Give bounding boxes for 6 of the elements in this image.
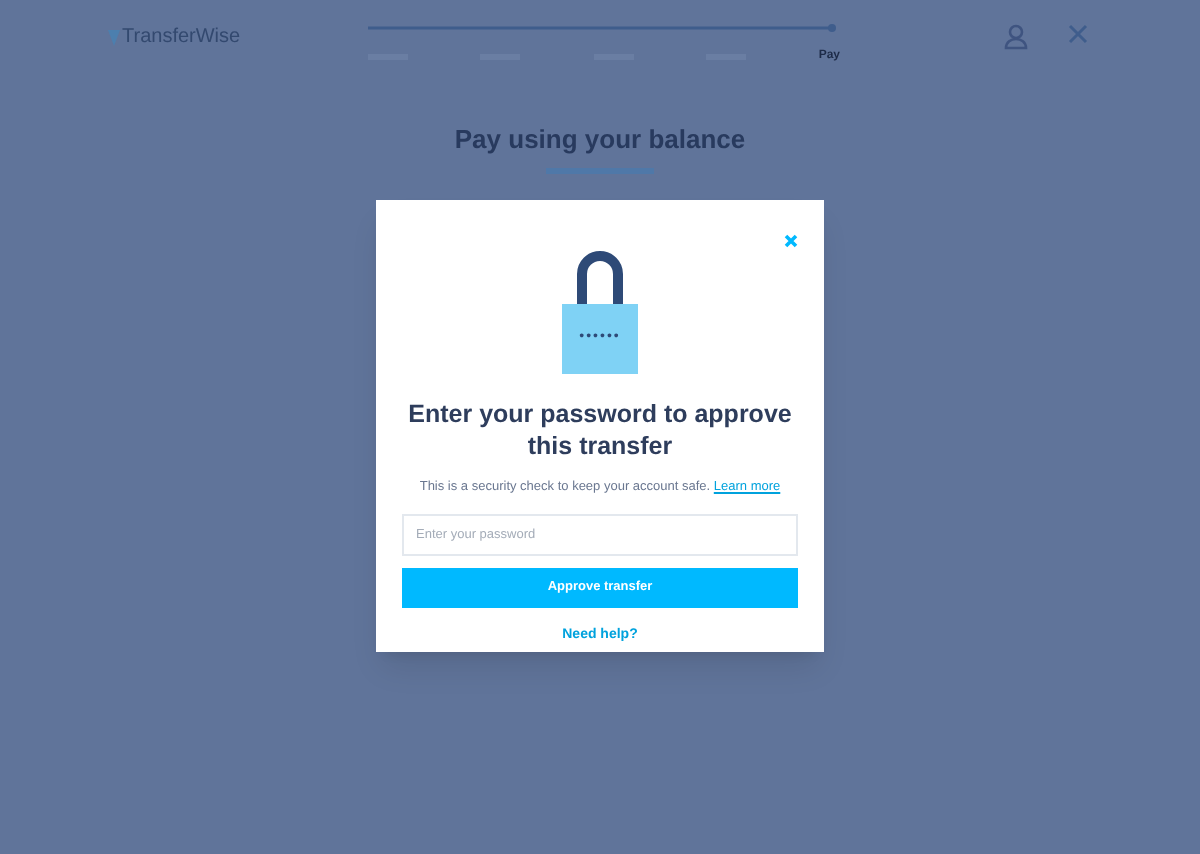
page-title: Pay using your balance xyxy=(454,122,746,158)
padlock-shackle-icon xyxy=(574,250,626,304)
close-icon[interactable] xyxy=(784,234,798,248)
modal-title: Enter your password to approve this transfer xyxy=(406,398,794,462)
user-icon[interactable] xyxy=(1004,24,1028,50)
close-icon[interactable] xyxy=(1068,24,1088,44)
